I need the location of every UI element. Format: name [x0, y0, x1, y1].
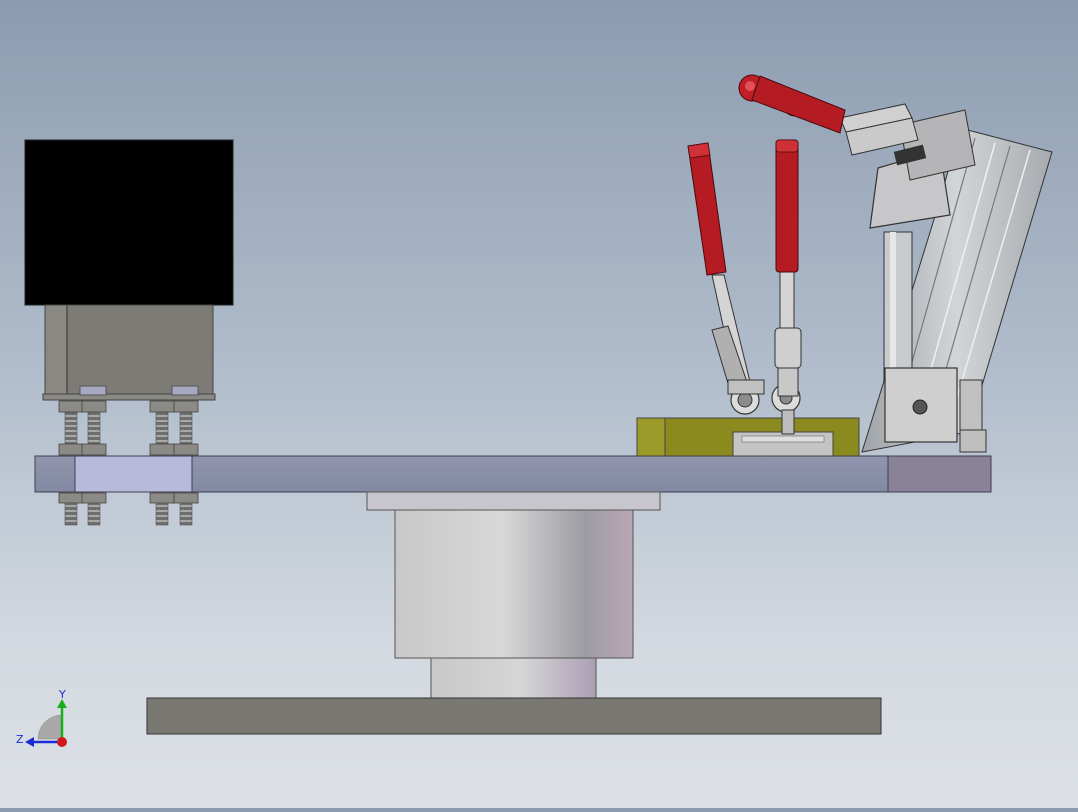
triad-arc	[37, 714, 63, 740]
toggle-clamp-center	[771, 139, 802, 435]
view-orientation-triad[interactable]: Y Z	[12, 686, 76, 752]
cylinder-assembly	[146, 491, 882, 735]
x-axis-dot	[57, 737, 67, 747]
y-axis-label: Y	[58, 688, 66, 701]
toggle-clamp-handle	[687, 142, 727, 276]
bottom-plate	[146, 697, 882, 735]
graphics-viewport[interactable]: Y Z	[0, 0, 1078, 808]
cad-model-view	[24, 74, 1053, 735]
base-plate-end	[887, 455, 992, 493]
triad-graphic: Y Z	[16, 688, 67, 747]
toggle-clamp-handle	[775, 139, 799, 273]
z-axis-label: Z	[16, 733, 24, 746]
nut-cap	[171, 385, 199, 396]
z-axis-arrow	[25, 737, 34, 747]
hex-nuts-upper	[58, 400, 199, 456]
motor-mount-bracket	[44, 304, 214, 398]
support-post	[883, 231, 913, 383]
base-plate-group	[34, 455, 992, 493]
motor-assembly	[24, 139, 234, 457]
clamp-assembly	[636, 74, 1053, 457]
cylinder-flange	[366, 491, 661, 511]
cylinder-neck	[430, 657, 597, 699]
toggle-clamp-handle	[738, 74, 846, 134]
motor	[24, 139, 234, 306]
nut-cap	[79, 385, 107, 396]
toggle-clamp-left	[687, 142, 765, 415]
base-plate-highlight	[74, 455, 193, 493]
threaded-rods-lower	[58, 492, 199, 526]
clamp-pad	[732, 431, 834, 457]
cylinder-body	[394, 509, 634, 659]
